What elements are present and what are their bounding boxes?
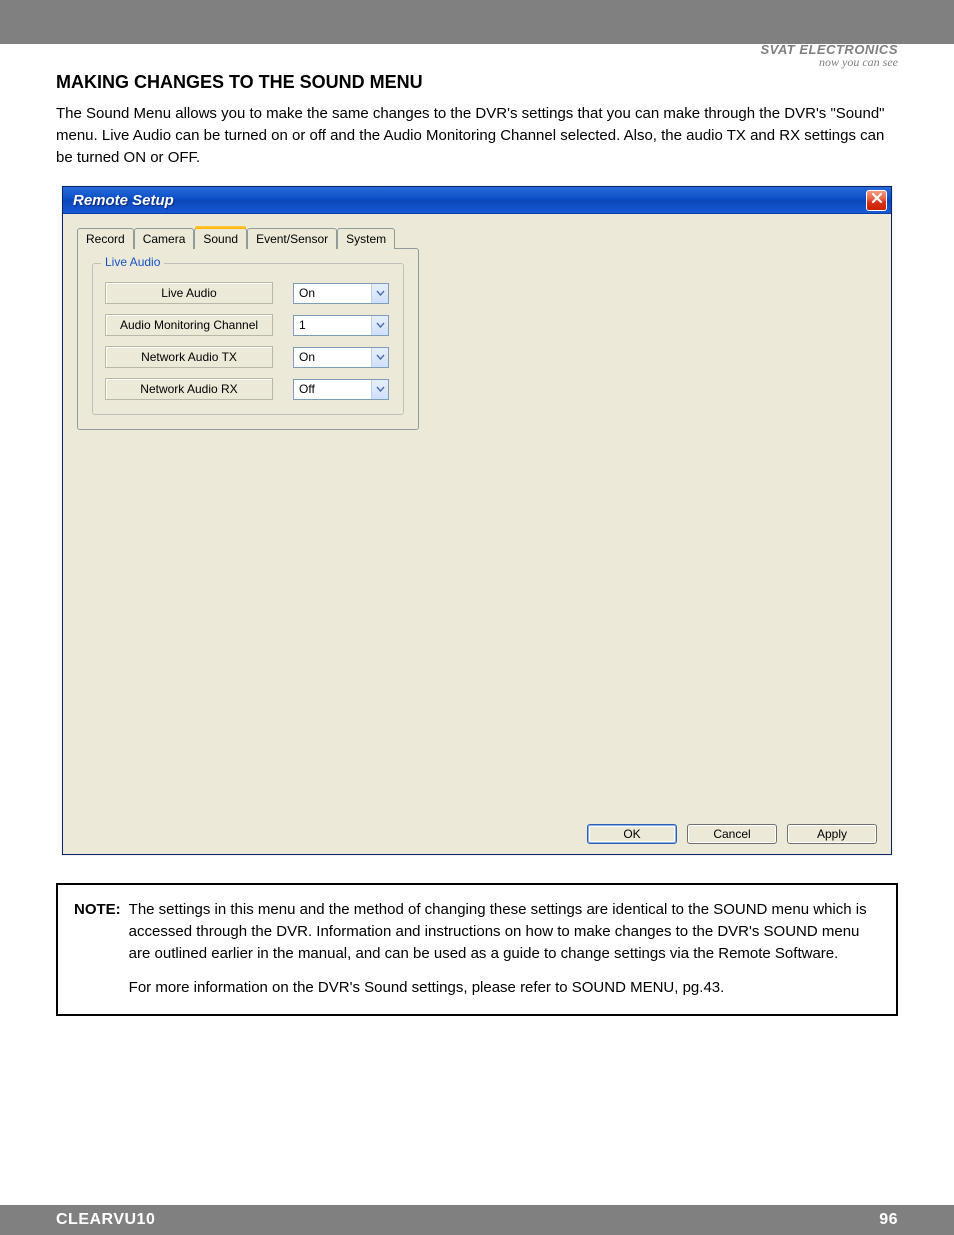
chevron-down-icon: [371, 348, 388, 367]
page-heading: MAKING CHANGES TO THE SOUND MENU: [56, 72, 898, 93]
ok-button[interactable]: OK: [587, 824, 677, 844]
live-audio-fieldset: Live Audio Live Audio On: [92, 263, 404, 415]
note-box: NOTE: The settings in this menu and the …: [56, 883, 898, 1016]
close-icon: [871, 191, 883, 209]
tab-sound[interactable]: Sound: [194, 228, 247, 249]
dialog-body: Record Camera Sound Event/Sensor System …: [63, 214, 891, 854]
brand-block: SVAT ELECTRONICS now you can see: [56, 42, 898, 70]
footer-page-number: 96: [879, 1211, 898, 1229]
tab-event-sensor[interactable]: Event/Sensor: [247, 228, 337, 249]
note-label: NOTE:: [74, 899, 129, 998]
apply-button[interactable]: Apply: [787, 824, 877, 844]
label-network-audio-tx: Network Audio TX: [105, 346, 273, 368]
tab-camera[interactable]: Camera: [134, 228, 195, 249]
chevron-down-icon: [371, 380, 388, 399]
label-live-audio: Live Audio: [105, 282, 273, 304]
label-network-audio-rx: Network Audio RX: [105, 378, 273, 400]
note-paragraph-2: For more information on the DVR's Sound …: [129, 977, 880, 999]
dialog-titlebar: Remote Setup: [63, 187, 891, 214]
row-network-audio-rx: Network Audio RX Off: [105, 378, 391, 400]
dialog-button-row: OK Cancel Apply: [77, 814, 877, 844]
note-paragraph-1: The settings in this menu and the method…: [129, 899, 880, 964]
combo-value: On: [294, 348, 371, 367]
chevron-down-icon: [371, 316, 388, 335]
page-footer: CLEARVU10 96: [0, 1205, 954, 1235]
combo-network-audio-rx[interactable]: Off: [293, 379, 389, 400]
brand-tagline: now you can see: [56, 55, 898, 70]
footer-product: CLEARVU10: [56, 1211, 155, 1229]
intro-text: The Sound Menu allows you to make the sa…: [56, 103, 898, 168]
tabstrip: Record Camera Sound Event/Sensor System: [77, 228, 877, 249]
combo-value: Off: [294, 380, 371, 399]
row-live-audio: Live Audio On: [105, 282, 391, 304]
sound-panel: Live Audio Live Audio On: [77, 248, 419, 430]
dialog-title: Remote Setup: [73, 192, 174, 209]
combo-value: 1: [294, 316, 371, 335]
tab-record[interactable]: Record: [77, 228, 134, 249]
tab-system[interactable]: System: [337, 228, 395, 249]
combo-audio-monitoring-channel[interactable]: 1: [293, 315, 389, 336]
cancel-button[interactable]: Cancel: [687, 824, 777, 844]
chevron-down-icon: [371, 284, 388, 303]
row-audio-monitoring-channel: Audio Monitoring Channel 1: [105, 314, 391, 336]
close-button[interactable]: [866, 190, 887, 211]
combo-value: On: [294, 284, 371, 303]
combo-network-audio-tx[interactable]: On: [293, 347, 389, 368]
fieldset-legend: Live Audio: [101, 255, 164, 269]
combo-live-audio[interactable]: On: [293, 283, 389, 304]
label-audio-monitoring-channel: Audio Monitoring Channel: [105, 314, 273, 336]
note-text: The settings in this menu and the method…: [129, 899, 880, 998]
row-network-audio-tx: Network Audio TX On: [105, 346, 391, 368]
remote-setup-dialog: Remote Setup Record Camera Sound Event/S…: [62, 186, 892, 855]
